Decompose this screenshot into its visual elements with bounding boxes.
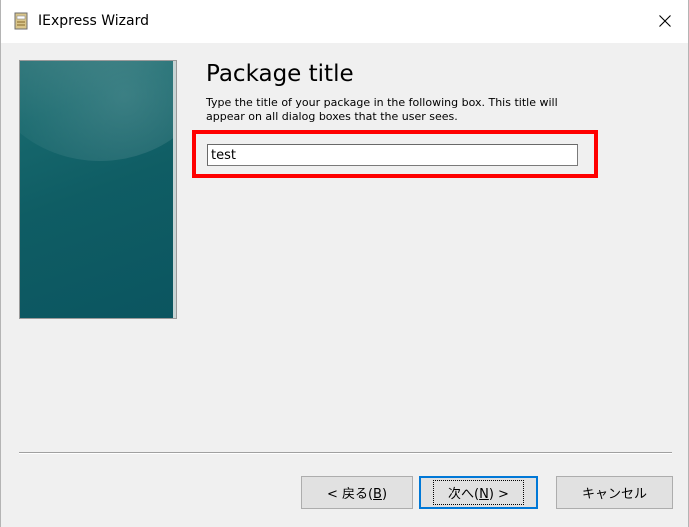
package-title-input[interactable] — [207, 144, 578, 166]
iexpress-wizard-window: IExpress Wizard Package title Type the t… — [0, 0, 689, 527]
iexpress-package-icon — [13, 12, 29, 30]
cancel-button[interactable]: キャンセル — [556, 476, 673, 509]
back-button[interactable]: < 戻る(B) — [301, 476, 413, 509]
close-icon — [659, 12, 671, 31]
next-button[interactable]: 次へ(N) > — [419, 476, 538, 509]
button-divider — [19, 452, 672, 454]
window-title: IExpress Wizard — [38, 13, 149, 29]
page-description: Type the title of your package in the fo… — [206, 96, 558, 123]
title-bar: IExpress Wizard — [1, 0, 688, 43]
next-button-label: 次へ(N) > — [433, 480, 524, 505]
close-button[interactable] — [642, 0, 688, 43]
wizard-side-image — [19, 60, 177, 319]
back-button-label: < 戻る(B) — [326, 487, 388, 502]
page-title: Package title — [206, 61, 354, 87]
